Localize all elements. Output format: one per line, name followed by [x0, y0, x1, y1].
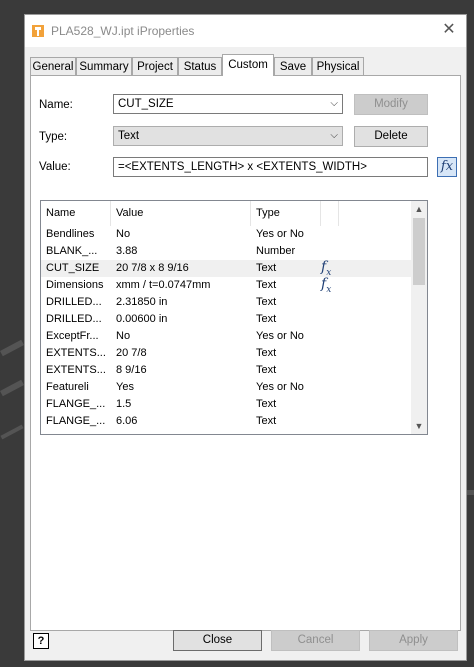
column-header-value[interactable]: Value — [111, 201, 251, 226]
window-title: PLA528_WJ.ipt iProperties — [51, 24, 195, 38]
scroll-up-arrow-icon[interactable]: ▲ — [411, 201, 427, 217]
custom-panel: Name: CUT_SIZE ⌵ Modify Type: Text ⌵ Del… — [30, 75, 461, 631]
property-type: Text — [256, 262, 277, 274]
tab-physical[interactable]: Physical — [312, 57, 364, 75]
property-name: ExceptFr... — [46, 330, 99, 342]
list-item[interactable]: Featureli Yes Yes or No — [41, 379, 412, 396]
value-input[interactable]: =<EXTENTS_LENGTH> x <EXTENTS_WIDTH> — [113, 157, 428, 177]
cad-background-edge — [0, 339, 25, 357]
modify-button[interactable]: Modify — [354, 94, 428, 115]
property-type: Yes or No — [256, 381, 304, 393]
title-bar: PLA528_WJ.ipt iProperties ✕ — [25, 15, 466, 47]
property-type: Text — [256, 398, 277, 410]
property-value: No — [116, 330, 131, 342]
name-value: CUT_SIZE — [118, 98, 174, 110]
property-name: Dimensions — [46, 279, 104, 291]
value-label: Value: — [39, 161, 71, 173]
property-type: Text — [256, 415, 277, 427]
property-value: 8 9/16 — [116, 364, 147, 376]
name-combobox[interactable]: CUT_SIZE ⌵ — [113, 94, 343, 114]
column-header-name[interactable]: Name — [41, 201, 111, 226]
type-value: Text — [118, 130, 140, 142]
property-value: 3.88 — [116, 245, 138, 257]
property-value: 20 7/8 — [116, 347, 147, 359]
scroll-down-arrow-icon[interactable]: ▼ — [411, 418, 427, 434]
property-type: Number — [256, 245, 296, 257]
function-icon: fx — [321, 276, 332, 295]
function-fx-button[interactable]: fx — [437, 157, 457, 177]
list-item[interactable]: Dimensions xmm / t=0.0747mm Text fx — [41, 276, 412, 295]
delete-button[interactable]: Delete — [354, 126, 428, 147]
list-item[interactable]: EXTENTS... 20 7/8 Text — [41, 345, 412, 362]
cad-background-edge — [467, 490, 474, 495]
property-value: Yes — [116, 381, 134, 393]
property-name: DRILLED... — [46, 313, 102, 325]
tab-status[interactable]: Status — [178, 57, 222, 75]
property-name: EXTENTS... — [46, 364, 106, 376]
property-value: 20 7/8 x 8 9/16 — [116, 262, 189, 274]
type-label: Type: — [39, 131, 68, 143]
property-value: 1.5 — [116, 398, 132, 410]
property-name: CUT_SIZE — [46, 262, 100, 274]
type-combobox[interactable]: Text ⌵ — [113, 126, 343, 146]
custom-properties-list[interactable]: Name Value Type Bendlines No Yes or No B… — [40, 200, 428, 435]
property-type: Text — [256, 313, 277, 325]
tab-general[interactable]: General — [30, 57, 76, 75]
list-item[interactable]: FLANGE_... 1.5 Text — [41, 396, 412, 413]
property-value: No — [116, 228, 131, 240]
property-value: 0.00600 in — [116, 313, 168, 325]
chevron-down-icon[interactable]: ⌵ — [330, 95, 338, 113]
property-name: DRILLED... — [46, 296, 102, 308]
list-item[interactable]: BLANK_... 3.88 Number — [41, 243, 412, 260]
list-item[interactable]: Bendlines No Yes or No — [41, 226, 412, 243]
list-header: Name Value Type — [41, 201, 413, 226]
apply-button[interactable]: Apply — [369, 630, 458, 651]
property-name: EXTENTS... — [46, 347, 106, 359]
property-value: 2.31850 in — [116, 296, 168, 308]
list-item[interactable]: ExceptFr... No Yes or No — [41, 328, 412, 345]
list-item-selected[interactable]: CUT_SIZE 20 7/8 x 8 9/16 Text fx — [41, 259, 412, 278]
list-item[interactable]: DRILLED... 2.31850 in Text — [41, 294, 412, 311]
list-item[interactable]: FLANGE_... 6.06 Text — [41, 413, 412, 430]
property-type: Yes or No — [256, 228, 304, 240]
tab-summary[interactable]: Summary — [76, 57, 132, 75]
help-icon[interactable]: ? — [33, 633, 49, 649]
property-type: Text — [256, 296, 277, 308]
property-type: Text — [256, 347, 277, 359]
property-type: Text — [256, 279, 277, 291]
name-label: Name: — [39, 99, 73, 111]
chevron-down-icon[interactable]: ⌵ — [330, 127, 338, 145]
tab-save[interactable]: Save — [274, 57, 312, 75]
scroll-thumb[interactable] — [413, 218, 425, 285]
list-item[interactable]: DRILLED... 0.00600 in Text — [41, 311, 412, 328]
cad-background-edge — [0, 379, 25, 397]
tab-custom[interactable]: Custom — [222, 54, 274, 76]
column-header-extra[interactable] — [321, 201, 339, 226]
cad-background-edge — [0, 424, 24, 440]
property-value: 6.06 — [116, 415, 138, 427]
property-name: BLANK_... — [46, 245, 98, 257]
function-icon: fx — [321, 259, 332, 278]
vertical-scrollbar[interactable]: ▲ ▼ — [411, 201, 427, 434]
tab-project[interactable]: Project — [132, 57, 178, 75]
column-header-type[interactable]: Type — [251, 201, 321, 226]
inventor-part-icon — [32, 25, 44, 37]
property-name: FLANGE_... — [46, 398, 106, 410]
list-item[interactable]: EXTENTS... 8 9/16 Text — [41, 362, 412, 379]
property-name: Featureli — [46, 381, 89, 393]
property-type: Yes or No — [256, 330, 304, 342]
cancel-button[interactable]: Cancel — [271, 630, 360, 651]
property-type: Text — [256, 364, 277, 376]
close-button[interactable]: Close — [173, 630, 262, 651]
value-text: =<EXTENTS_LENGTH> x <EXTENTS_WIDTH> — [118, 161, 367, 173]
property-name: Bendlines — [46, 228, 95, 240]
close-icon[interactable]: ✕ — [440, 21, 458, 39]
iproperties-dialog: PLA528_WJ.ipt iProperties ✕ General Summ… — [24, 14, 467, 661]
property-name: FLANGE_... — [46, 415, 106, 427]
property-value: xmm / t=0.0747mm — [116, 279, 211, 291]
